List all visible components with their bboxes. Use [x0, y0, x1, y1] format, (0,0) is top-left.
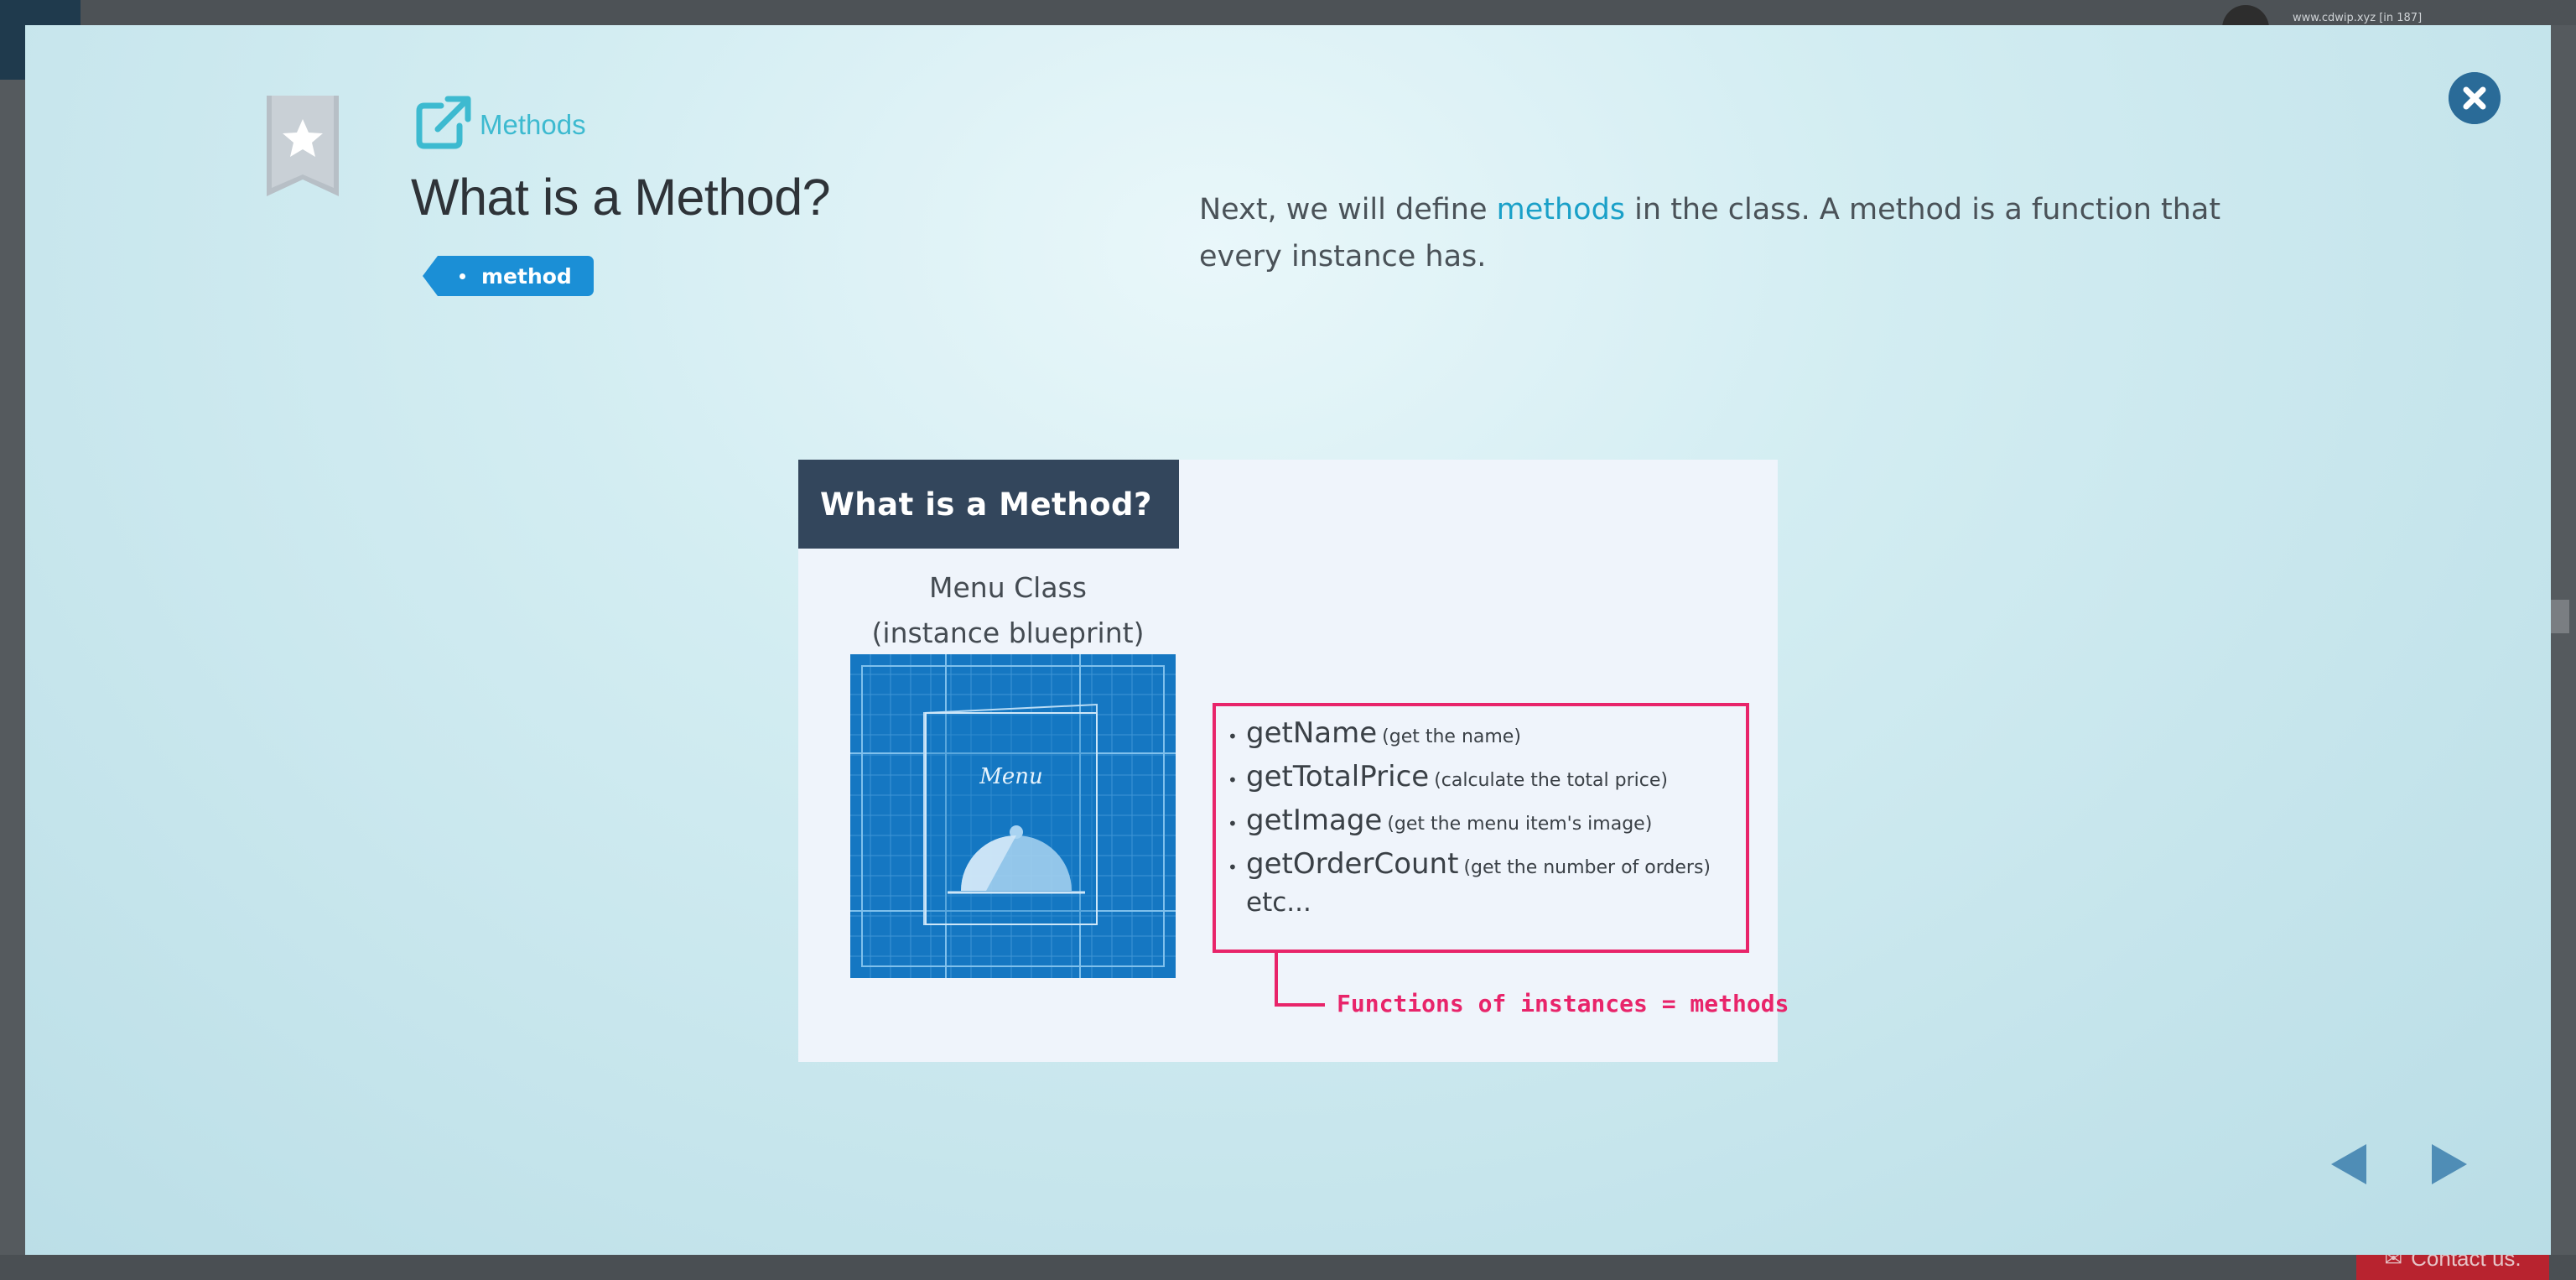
methods-list-box: • getName (get the name) • getTotalPrice…: [1213, 703, 1749, 953]
slide-header: What is a Method?: [798, 460, 1179, 549]
blueprint-menu-label: Menu: [979, 764, 1043, 789]
method-name: getTotalPrice: [1246, 760, 1430, 793]
background-url: www.cdwip.xyz [in 187]: [2293, 12, 2423, 24]
bullet-icon: •: [1228, 726, 1238, 747]
bookmark-star-icon[interactable]: [267, 96, 339, 196]
background-bottom-bar: [0, 1255, 2576, 1280]
method-desc: (get the menu item's image): [1387, 814, 1653, 835]
breadcrumb-link[interactable]: Methods: [480, 109, 586, 141]
method-desc: (get the number of orders): [1463, 857, 1711, 878]
bullet-icon: •: [1228, 814, 1238, 834]
methods-etc: etc...: [1246, 887, 1311, 918]
page-title: What is a Method?: [411, 169, 831, 226]
bullet-icon: •: [1228, 770, 1238, 790]
method-item: • getOrderCount (get the number of order…: [1228, 847, 1746, 891]
lesson-modal: Methods What is a Method? method Next, w…: [25, 25, 2551, 1255]
method-item: • getImage (get the menu item's image): [1228, 804, 1746, 847]
background-topbar: [0, 0, 2576, 25]
class-title-line2: (instance blueprint): [871, 617, 1145, 649]
method-name: getImage: [1246, 804, 1383, 837]
close-icon[interactable]: [2449, 72, 2501, 124]
menu-blueprint-illustration: Menu: [850, 654, 1176, 978]
method-item: • getName (get the name): [1228, 716, 1746, 760]
external-link-icon[interactable]: [413, 92, 473, 153]
lesson-slide-image: What is a Method? Menu Class (instance b…: [798, 460, 1789, 1062]
method-name: getOrderCount: [1246, 847, 1459, 881]
description-keyword-link[interactable]: methods: [1497, 193, 1625, 226]
tag-label: method: [481, 263, 572, 289]
arrow-right-icon[interactable]: [2428, 1141, 2470, 1188]
method-desc: (get the name): [1382, 726, 1521, 747]
bullet-icon: •: [1228, 857, 1238, 877]
class-title: Menu Class (instance blueprint): [849, 565, 1167, 656]
method-name: getName: [1246, 716, 1378, 750]
lesson-description: Next, we will define methods in the clas…: [1199, 186, 2272, 280]
tag-dot-icon: [460, 273, 465, 279]
arrow-left-icon[interactable]: [2328, 1141, 2370, 1188]
method-tag[interactable]: method: [423, 256, 594, 296]
background-scrollbar-thumb[interactable]: [2551, 600, 2569, 633]
connector-label: Functions of instances = methods: [1337, 990, 1789, 1017]
class-title-line1: Menu Class: [929, 571, 1087, 604]
method-item: • getTotalPrice (calculate the total pri…: [1228, 760, 1746, 804]
method-desc: (calculate the total price): [1434, 770, 1668, 791]
description-text-before: Next, we will define: [1199, 193, 1497, 226]
connector-line: [1275, 953, 1325, 1007]
